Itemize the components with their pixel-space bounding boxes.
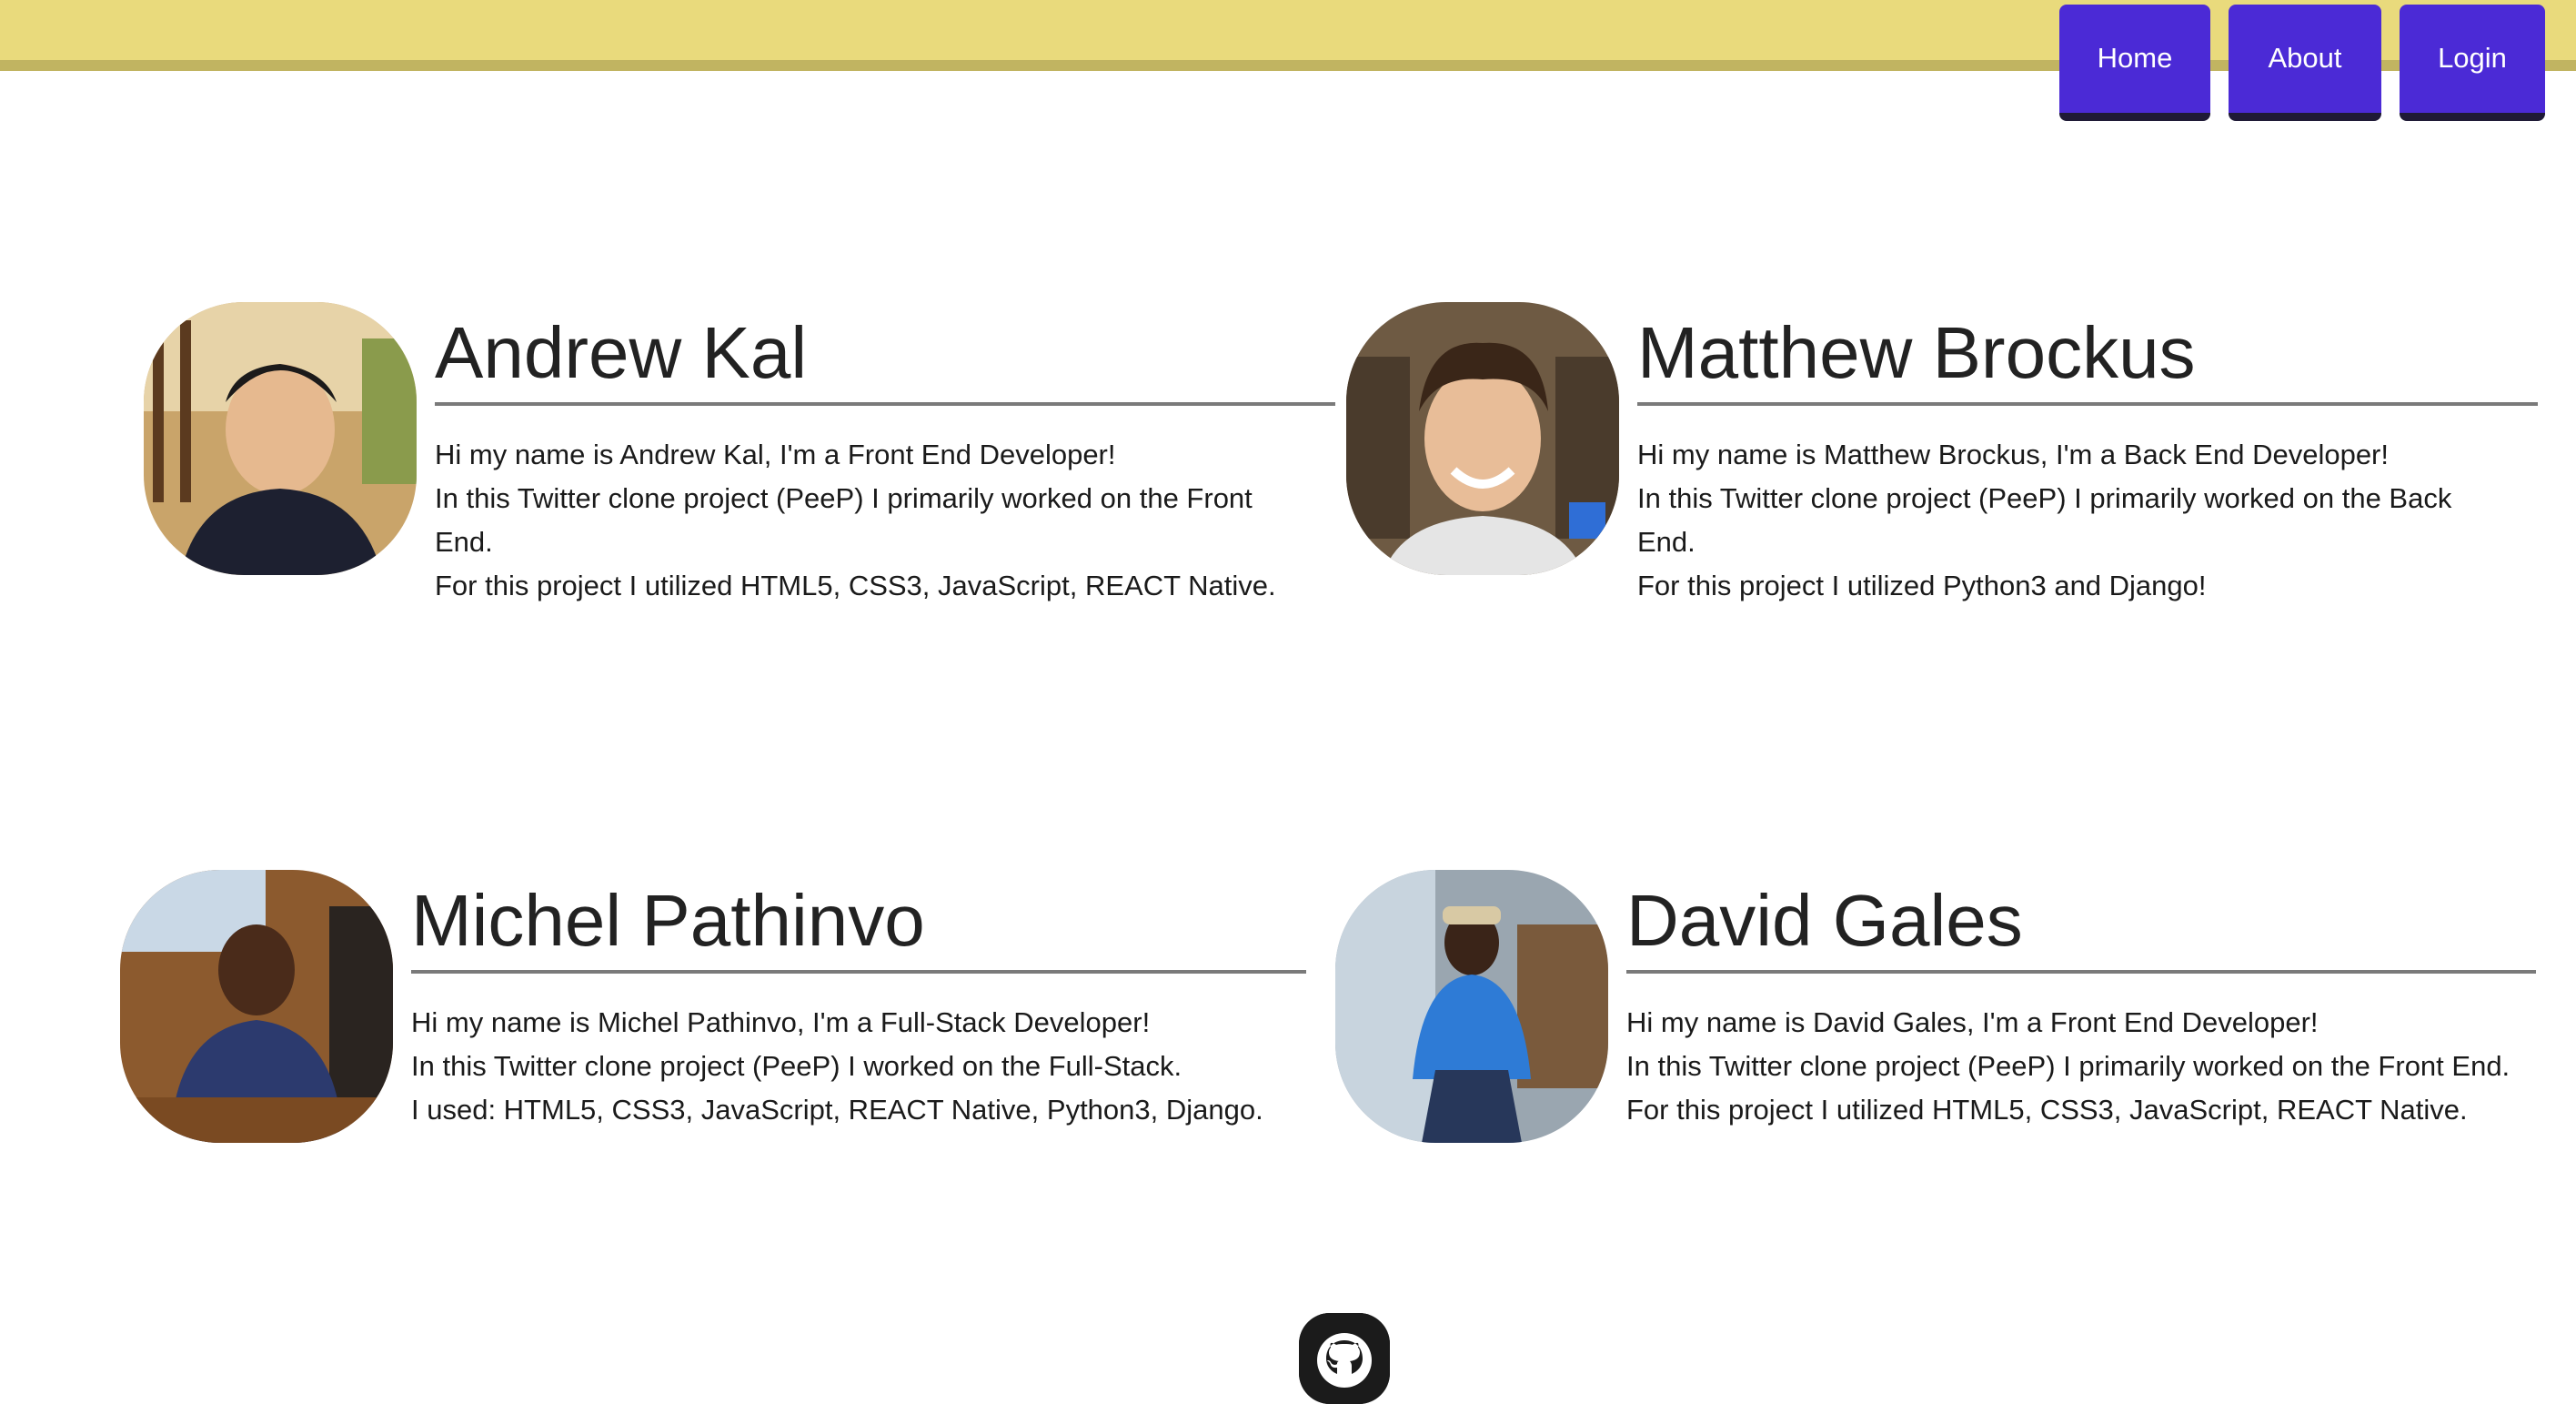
member-bio: Hi my name is Andrew Kal, I'm a Front En… (435, 433, 1335, 608)
home-button[interactable]: Home (2059, 5, 2210, 121)
about-button[interactable]: About (2229, 5, 2381, 121)
member-name: David Gales (1626, 884, 2536, 974)
team-card-michel-pathinvo: Michel Pathinvo Hi my name is Michel Pat… (120, 870, 1306, 1143)
member-name: Michel Pathinvo (411, 884, 1306, 974)
github-icon (1299, 1313, 1390, 1404)
bio-line: End. (435, 526, 493, 558)
team-card-andrew-kal: Andrew Kal Hi my name is Andrew Kal, I'm… (144, 302, 1335, 608)
member-name: Andrew Kal (435, 317, 1335, 406)
bio-line: In this Twitter clone project (PeeP) I p… (1637, 482, 2452, 514)
avatar-michel-pathinvo (120, 870, 393, 1143)
team-card-matthew-brockus: Matthew Brockus Hi my name is Matthew Br… (1346, 302, 2538, 608)
avatar-matthew-brockus (1346, 302, 1619, 575)
main-nav: Home About Login (2059, 5, 2545, 121)
avatar-andrew-kal (144, 302, 417, 575)
bio-line: For this project I utilized Python3 and … (1637, 570, 2207, 601)
bio-line: Hi my name is Matthew Brockus, I'm a Bac… (1637, 439, 2389, 470)
bio-line: Hi my name is Michel Pathinvo, I'm a Ful… (411, 1006, 1151, 1038)
bio-line: In this Twitter clone project (PeeP) I p… (435, 482, 1253, 514)
bio-line: In this Twitter clone project (PeeP) I w… (411, 1050, 1182, 1082)
member-name: Matthew Brockus (1637, 317, 2538, 406)
bio-line: For this project I utilized HTML5, CSS3,… (435, 570, 1276, 601)
bio-line: Hi my name is Andrew Kal, I'm a Front En… (435, 439, 1116, 470)
bio-line: For this project I utilized HTML5, CSS3,… (1626, 1094, 2468, 1126)
login-button[interactable]: Login (2400, 5, 2545, 121)
member-bio: Hi my name is David Gales, I'm a Front E… (1626, 1001, 2536, 1132)
bio-line: I used: HTML5, CSS3, JavaScript, REACT N… (411, 1094, 1263, 1126)
bio-line: In this Twitter clone project (PeeP) I p… (1626, 1050, 2511, 1082)
member-bio: Hi my name is Michel Pathinvo, I'm a Ful… (411, 1001, 1306, 1132)
bio-line: Hi my name is David Gales, I'm a Front E… (1626, 1006, 2319, 1038)
team-card-david-gales: David Gales Hi my name is David Gales, I… (1335, 870, 2536, 1143)
bio-line: End. (1637, 526, 1696, 558)
avatar-david-gales (1335, 870, 1608, 1143)
member-bio: Hi my name is Matthew Brockus, I'm a Bac… (1637, 433, 2538, 608)
github-link[interactable] (1299, 1313, 1390, 1404)
